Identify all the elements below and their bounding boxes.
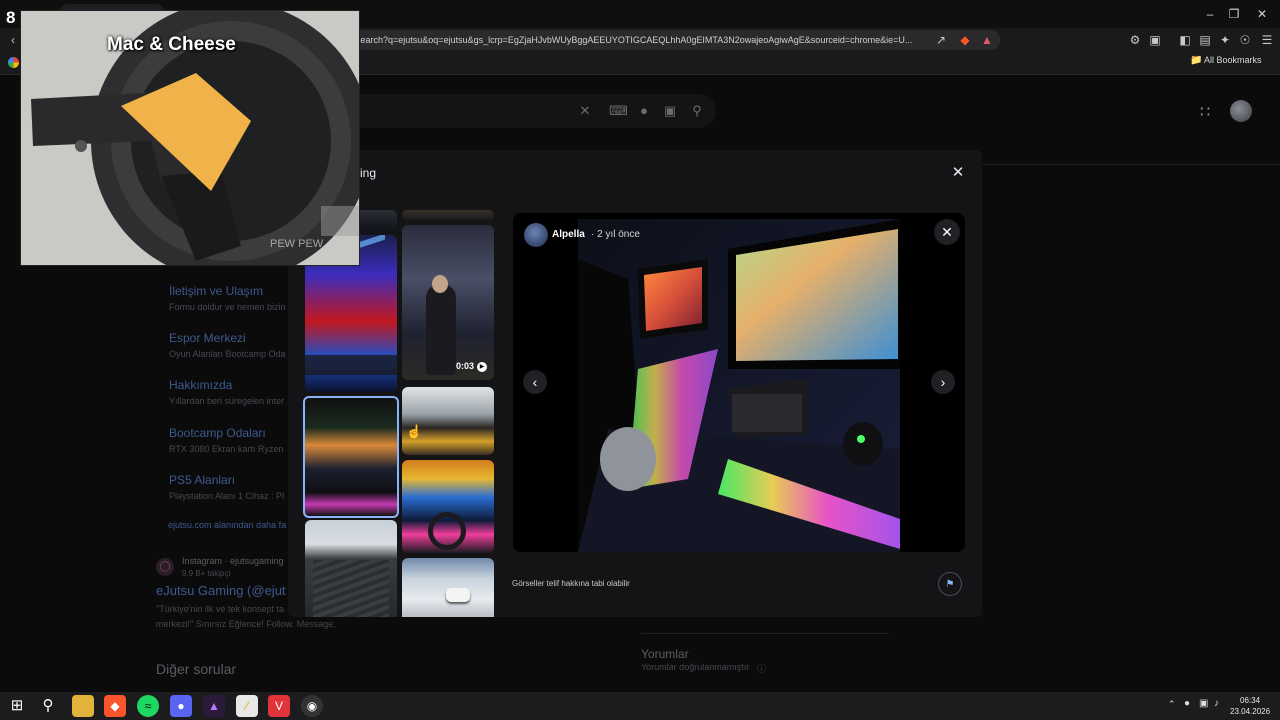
sitelink-title[interactable]: PS5 Alanları bbox=[169, 473, 235, 487]
windows-start-icon[interactable]: ⊞ bbox=[6, 695, 28, 717]
apps-grid-icon[interactable]: ∷ bbox=[1200, 102, 1210, 122]
folder-icon: 📁 bbox=[1190, 55, 1203, 66]
all-bookmarks-link[interactable]: All Bookmarks bbox=[1204, 55, 1262, 65]
maximize-button[interactable]: ❐ bbox=[1220, 5, 1248, 23]
close-icon[interactable]: ✕ bbox=[948, 163, 968, 183]
next-image-button[interactable]: › bbox=[931, 370, 955, 394]
chevron-up-icon[interactable]: ⌃ bbox=[1168, 699, 1176, 710]
image-thumbnail[interactable] bbox=[305, 520, 397, 617]
instagram-icon: ◯ bbox=[156, 558, 174, 576]
share-icon[interactable]: ↗ bbox=[932, 31, 950, 49]
app-icon[interactable]: ▲ bbox=[203, 695, 225, 717]
copyright-notice: Görseller telif hakkına tabi olabilir bbox=[512, 579, 630, 588]
pip-watermark: PEW PEW bbox=[270, 238, 324, 250]
other-questions-heading: Diğer sorular bbox=[156, 661, 237, 677]
search-icon[interactable]: ⚲ bbox=[37, 695, 59, 717]
sitelink-title[interactable]: Espor Merkezi bbox=[169, 331, 246, 345]
sitelink-desc: Oyun Alanları Bootcamp Oda bbox=[169, 349, 286, 359]
vivaldi-icon[interactable]: V bbox=[268, 695, 290, 717]
discord-icon[interactable]: ● bbox=[170, 695, 192, 717]
url-text[interactable]: search?q=ejutsu&oq=ejutsu&gs_lcrp=EgZjaH… bbox=[356, 30, 928, 50]
mic-icon[interactable]: ● bbox=[636, 103, 652, 119]
image-thumbnail[interactable] bbox=[402, 558, 494, 617]
google-bookmark-icon[interactable] bbox=[8, 57, 19, 68]
search-icon[interactable]: ⚲ bbox=[689, 103, 705, 119]
play-icon: ▶ bbox=[477, 362, 487, 372]
brave-rewards-icon[interactable]: ▲ bbox=[978, 31, 996, 49]
clock-time: 06:34 bbox=[1240, 696, 1261, 705]
more-from-site-link[interactable]: ejutsu.com alanından daha fa bbox=[168, 520, 286, 530]
image-thumbnail-selected[interactable] bbox=[303, 396, 399, 518]
wallet-icon[interactable]: ▣ bbox=[1146, 31, 1164, 49]
keyboard-icon[interactable]: ⌨ bbox=[609, 103, 628, 119]
image-thumbnail[interactable] bbox=[402, 225, 494, 380]
sitelink-desc: Formu doldur ve hemen bizin bbox=[169, 302, 286, 312]
taskbar bbox=[0, 692, 1280, 720]
clock-date: 23.04.2026 bbox=[1230, 707, 1271, 716]
extensions-icon[interactable]: ⚙ bbox=[1126, 31, 1144, 49]
close-window-button[interactable]: ✕ bbox=[1248, 5, 1276, 23]
avatar[interactable] bbox=[1230, 100, 1252, 122]
vpn-icon[interactable]: ▤ bbox=[1196, 31, 1214, 49]
previous-image-button[interactable]: ‹ bbox=[523, 370, 547, 394]
author-name[interactable]: Alpella bbox=[552, 229, 585, 240]
leo-icon[interactable]: ✦ bbox=[1216, 31, 1234, 49]
reviews-heading: Yorumlar bbox=[641, 647, 689, 661]
network-icon[interactable]: ▣ bbox=[1199, 698, 1208, 709]
spotify-icon[interactable]: ≈ bbox=[137, 695, 159, 717]
volume-icon[interactable]: ♪ bbox=[1214, 698, 1219, 709]
info-icon[interactable]: ⓘ bbox=[757, 662, 766, 675]
brave-shield-icon[interactable]: ◆ bbox=[956, 31, 974, 49]
sitelink-desc: Playstation Alanı 1 Cihaz : Pl bbox=[169, 491, 285, 501]
sitelink-title[interactable]: İletişim ve Ulaşım bbox=[169, 284, 263, 298]
result-source[interactable]: Instagram · ejutsugaming bbox=[182, 556, 284, 566]
sidebar-icon[interactable]: ◧ bbox=[1176, 31, 1194, 49]
report-flag-icon[interactable]: ⚑ bbox=[938, 572, 962, 596]
sitelink-desc: Yıllardan beri süregelen inter bbox=[169, 396, 285, 406]
gaming-setup-image[interactable] bbox=[578, 219, 900, 552]
author-avatar[interactable] bbox=[524, 223, 548, 247]
result-followers: 9,9 B+ takipçi bbox=[182, 569, 231, 578]
app-icon[interactable]: ⁄ bbox=[236, 695, 258, 717]
divider bbox=[641, 633, 889, 634]
sitelink-desc: RTX 3080 Ekran kartı Ryzen bbox=[169, 444, 284, 454]
obs-icon[interactable]: ◉ bbox=[301, 695, 323, 717]
lens-icon[interactable]: ▣ bbox=[662, 103, 678, 119]
result-snippet: "Türkiye'nin ilk ve tek konsept ta bbox=[156, 604, 284, 614]
post-age: · 2 yıl önce bbox=[591, 229, 640, 240]
menu-icon[interactable]: ☰ bbox=[1258, 31, 1276, 49]
sitelink-title[interactable]: Bootcamp Odaları bbox=[169, 426, 266, 440]
pip-video-title: Mac & Cheese bbox=[107, 34, 236, 55]
result-snippet: merkezi!" Sınırsız Eğlence! Follow. Mess… bbox=[156, 619, 336, 629]
close-viewer-icon[interactable]: ✕ bbox=[934, 219, 960, 245]
clear-icon[interactable]: ✕ bbox=[577, 103, 593, 119]
image-thumbnail[interactable] bbox=[402, 460, 494, 553]
search-input[interactable] bbox=[300, 94, 716, 128]
brave-browser-icon[interactable]: ◆ bbox=[104, 695, 126, 717]
file-explorer-icon[interactable] bbox=[72, 695, 94, 717]
result-title[interactable]: eJutsu Gaming (@ejut bbox=[156, 583, 286, 598]
pip-corner-number: 8 bbox=[6, 8, 16, 27]
shield-icon[interactable]: ☉ bbox=[1236, 31, 1254, 49]
reviews-subtitle: Yorumlar doğrulanmamıştır bbox=[641, 662, 750, 672]
video-duration: 0:03 bbox=[456, 361, 475, 371]
image-thumbnail[interactable] bbox=[402, 210, 494, 220]
mic-icon[interactable]: ● bbox=[1184, 698, 1190, 709]
taskbar-clock[interactable]: 06:34 23.04.2026 bbox=[1230, 695, 1270, 717]
sitelink-title[interactable]: Hakkımızda bbox=[169, 378, 232, 392]
mouse-cursor: ☝ bbox=[406, 424, 423, 439]
image-thumbnail[interactable] bbox=[402, 387, 494, 455]
